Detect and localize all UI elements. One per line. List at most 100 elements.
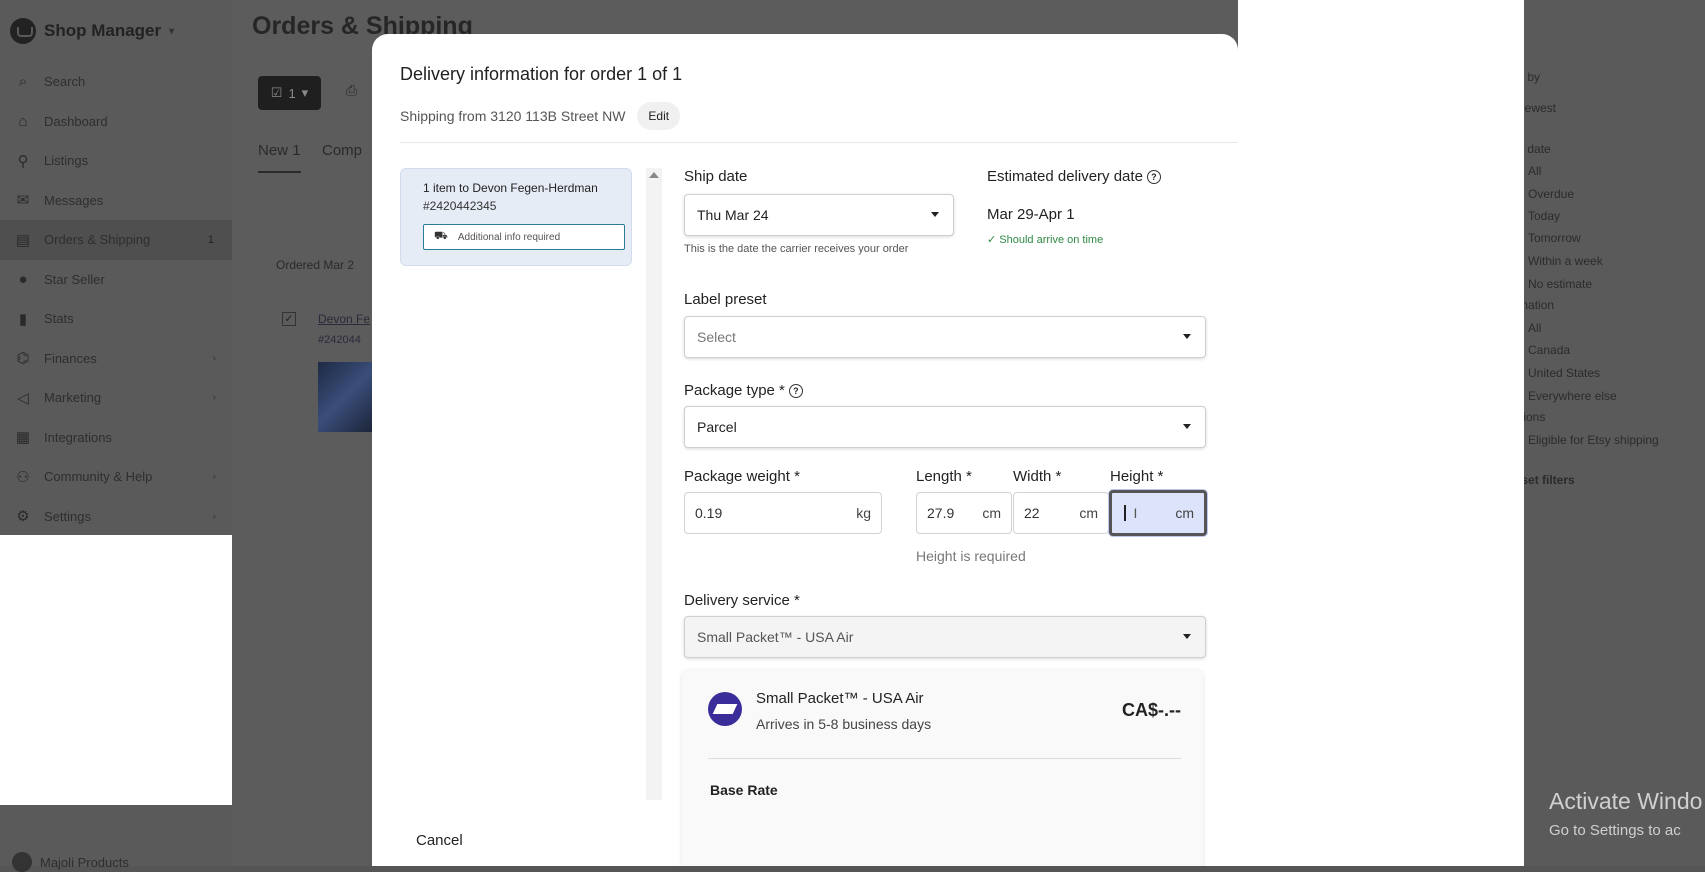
order-checkbox[interactable]: ✓ [282,312,296,326]
filter-option[interactable]: Options [1524,410,1545,424]
select-count: 1 [288,85,296,101]
filter-option[interactable]: Sort by [1524,70,1540,84]
checkbox-icon: ☑ [270,85,283,100]
blank-overlay [0,535,232,805]
help-icon[interactable]: ? [788,384,803,399]
star-badge-icon: ● [18,270,28,288]
delivery-info-modal: Delivery information for order 1 of 1 Sh… [372,34,1238,866]
filter-option[interactable]: No estimate [1528,277,1592,291]
height-input[interactable]: I cm [1109,490,1207,536]
label-preset-select[interactable]: Select [684,316,1206,358]
filter-option[interactable]: All [1528,164,1541,178]
filter-option[interactable]: Destination [1524,298,1554,312]
width-unit: cm [1079,505,1098,521]
additional-info-text: Additional info required [457,231,561,243]
filter-panel: Sort by Newest Ship by date All Overdue Today… [1524,0,1705,866]
filter-option[interactable]: Everywhere else [1528,389,1617,403]
length-unit: cm [982,505,1001,521]
filter-option[interactable]: Newest [1524,101,1556,115]
sidebar-item-search[interactable]: ⌕ Search [0,62,232,102]
customer-link[interactable]: Devon Fe [318,312,370,326]
sidebar-item-messages[interactable]: ✉ Messages [0,181,232,221]
clipboard-icon: ▤ [15,231,31,249]
people-icon: ⚇ [16,468,30,486]
sidebar-item-settings[interactable]: ⚙ Settings › [0,497,232,537]
delivery-service-value: Small Packet™ - USA Air [697,629,854,645]
tab-completed[interactable]: Comp [322,142,362,159]
form-scrollbar[interactable] [646,168,662,800]
filter-option[interactable]: Reset filters [1524,473,1575,487]
base-rate-label: Base Rate [710,782,778,798]
chevron-right-icon: › [212,392,216,404]
additional-info-badge: ⛟ Additional info required [423,224,625,250]
help-icon[interactable]: ? [1146,170,1161,185]
orders-count-badge: 1 [207,233,214,246]
mail-icon: ✉ [16,192,30,210]
sidebar-item-marketing[interactable]: ◁ Marketing › [0,378,232,418]
ship-date-hint: This is the date the carrier receives yo… [684,243,909,255]
filter-option[interactable]: Eligible for Etsy shipping [1528,433,1659,447]
length-input[interactable]: 27.9 cm [916,492,1012,534]
sidebar-item-label: Marketing [44,390,102,406]
service-price: CA$-.-- [1122,700,1181,720]
sidebar-item-finances[interactable]: ⌬ Finances › [0,339,232,379]
text-cursor [1124,505,1126,521]
filter-option[interactable]: All [1528,321,1541,335]
sidebar-item-stats[interactable]: ▮ Stats [0,299,232,339]
bar-chart-icon: ▮ [18,310,28,328]
ship-date-select[interactable]: Thu Mar 24 [684,194,954,236]
width-input[interactable]: 22 cm [1013,492,1109,534]
chevron-right-icon: › [212,471,216,483]
sidebar-item-label: Finances [44,350,97,366]
package-type-select[interactable]: Parcel [684,406,1206,448]
order-card-number: #2420442345 [423,199,497,213]
filter-option[interactable]: Tomorrow [1528,231,1581,245]
sidebar-item-dashboard[interactable]: ⌂ Dashboard [0,102,232,142]
height-label: Height * [1110,468,1164,485]
select-orders-button[interactable]: ☑ 1 ▾ [258,76,321,110]
chevron-right-icon: › [212,352,216,364]
sidebar-item-label: Integrations [44,429,112,445]
scroll-up-icon[interactable] [649,172,659,178]
cancel-button[interactable]: Cancel [416,832,463,849]
shop-manager-menu[interactable]: Shop Manager ▾ [10,18,174,44]
width-label: Width * [1013,468,1062,485]
chevron-down-icon [1183,634,1191,639]
shop-account[interactable]: Majoli Products [12,852,129,872]
order-recipient: 1 item to Devon Fegen-Herdman [423,181,598,195]
sidebar-item-label: Community & Help [44,469,153,485]
order-card[interactable]: 1 item to Devon Fegen-Herdman #242044234… [400,168,632,266]
service-eta: Arrives in 5-8 business days [756,716,932,732]
tab-new[interactable]: New 1 [258,142,301,173]
sidebar-item-integrations[interactable]: ▦ Integrations [0,418,232,458]
package-weight-value: 0.19 [695,505,723,521]
search-icon: ⌕ [18,73,28,91]
edit-address-button[interactable]: Edit [637,102,681,130]
home-icon: ⌂ [18,112,28,130]
arrival-status: ✓ Should arrive on time [987,234,1104,246]
ship-date-label: Ship date [684,168,748,185]
shop-manager-title: Shop Manager [44,21,162,40]
filter-option[interactable]: United States [1528,366,1600,380]
estimated-delivery-label-text: Estimated delivery date [987,168,1143,185]
megaphone-icon: ◁ [17,389,29,407]
filter-option[interactable]: Canada [1528,343,1570,357]
filter-option[interactable]: Ship by date [1524,142,1551,156]
filter-option[interactable]: Overdue [1528,187,1574,201]
service-name: Small Packet™ - USA Air [756,690,924,707]
chevron-down-icon [1183,424,1191,429]
sidebar-item-orders-shipping[interactable]: ▤ Orders & Shipping 1 [0,220,232,260]
shipping-from: Shipping from 3120 113B Street NW Edit [400,102,681,130]
truck-icon: ⛟ [434,230,448,242]
sidebar-item-star-seller[interactable]: ● Star Seller [0,260,232,300]
sidebar-item-listings[interactable]: ⚲ Listings [0,141,232,181]
sidebar-item-community-help[interactable]: ⚇ Community & Help › [0,457,232,497]
service-option-card[interactable]: Small Packet™ - USA Air Arrives in 5-8 b… [682,670,1203,866]
modal-title: Delivery information for order 1 of 1 [400,64,683,84]
delivery-service-select[interactable]: Small Packet™ - USA Air [684,616,1206,658]
filter-option[interactable]: Within a week [1528,254,1603,268]
filter-option[interactable]: Today [1528,209,1560,223]
sidebar-item-label: Star Seller [44,271,105,287]
print-icon[interactable]: ⎙ [346,82,357,99]
package-weight-input[interactable]: 0.19 kg [684,492,882,534]
